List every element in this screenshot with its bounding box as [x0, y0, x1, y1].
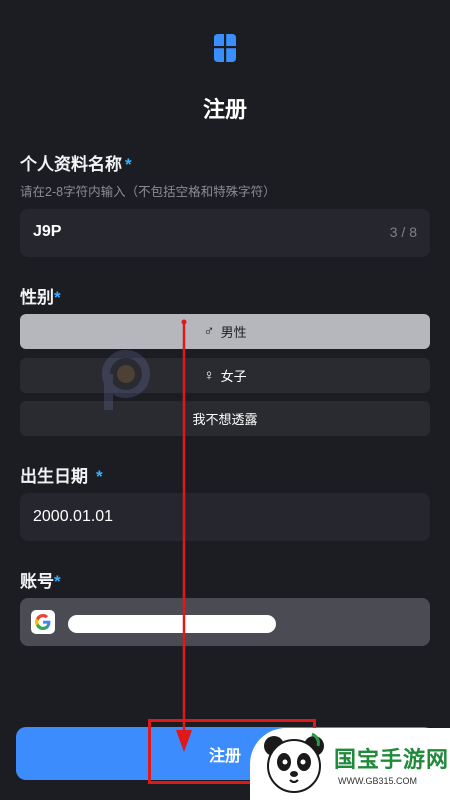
birthdate-input[interactable]: 2000.01.01 — [20, 493, 430, 541]
page-title: 注册 — [202, 97, 247, 122]
site-name: 国宝手游网 — [334, 748, 450, 773]
gender-option-undisclosed-label: 我不想透露 — [192, 412, 258, 427]
panda-icon — [264, 732, 324, 793]
profile-name-label-text: 个人资料名称 — [20, 155, 122, 174]
female-icon: ♀ — [203, 367, 215, 384]
app-logo-icon — [214, 34, 236, 62]
gender-option-female-label: 女子 — [220, 369, 247, 384]
watermark-logo-icon — [102, 350, 150, 410]
birthdate-label-text: 出生日期 — [20, 467, 88, 486]
account-field[interactable] — [20, 598, 430, 646]
account-redaction — [68, 615, 276, 633]
profile-name-label: 个人资料名称 * — [20, 150, 132, 175]
required-mark: * — [96, 467, 103, 486]
male-icon: ♂ — [203, 323, 215, 340]
gender-label-text: 性别 — [20, 288, 54, 307]
birthdate-value[interactable]: 2000.01.01 — [33, 508, 113, 526]
gender-label: 性别* — [20, 283, 61, 308]
profile-name-value[interactable]: J9P — [33, 223, 61, 241]
gender-option-female[interactable]: ♀ 女子 — [20, 358, 430, 393]
gender-option-male-label: 男性 — [220, 325, 247, 340]
profile-name-input[interactable]: J9P 3 / 8 — [20, 209, 430, 257]
site-url: WWW.GB315.COM — [338, 776, 418, 786]
required-mark: * — [54, 572, 61, 591]
required-mark: * — [54, 288, 61, 307]
profile-name-char-count: 3 / 8 — [389, 224, 417, 240]
profile-name-hint: 请在2-8字符内输入（不包括空格和特殊字符） — [20, 185, 276, 199]
gender-option-male[interactable]: ♂ 男性 — [20, 314, 430, 349]
birthdate-label: 出生日期 * — [20, 462, 103, 487]
account-label-text: 账号 — [20, 572, 54, 591]
google-icon — [31, 610, 55, 634]
register-button-label: 注册 — [208, 747, 241, 765]
account-label: 账号* — [20, 567, 61, 592]
gender-option-undisclosed[interactable]: 我不想透露 — [20, 401, 430, 436]
site-watermark: 国宝手游网 WWW.GB315.COM — [250, 728, 450, 800]
required-mark: * — [125, 155, 132, 174]
